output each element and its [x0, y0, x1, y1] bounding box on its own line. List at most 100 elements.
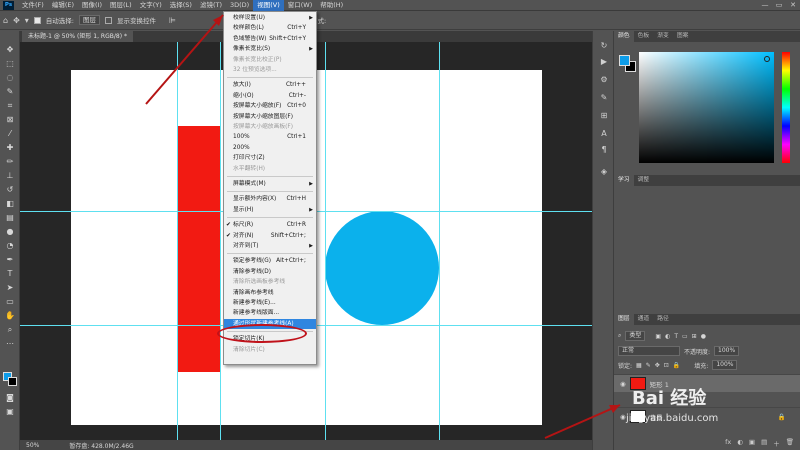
filter-adjust-icon[interactable]: ◐: [665, 333, 670, 340]
filter-toggle-icon[interactable]: ●: [701, 333, 706, 340]
layer-action-icon[interactable]: ▣: [749, 438, 755, 450]
view-menu-item[interactable]: 水平翻转(H): [224, 164, 316, 174]
view-menu-item[interactable]: 200%: [224, 143, 316, 153]
move-tool-icon[interactable]: ✥: [5, 45, 15, 55]
panel-tab[interactable]: 色板: [634, 31, 654, 42]
view-menu-item[interactable]: 像素长宽比(S) ▶: [224, 44, 316, 54]
view-menu-item[interactable]: 新建参考线(E)...: [224, 298, 316, 308]
align-left-icon[interactable]: ⊫: [169, 16, 176, 25]
background-color-swatch[interactable]: [8, 377, 17, 386]
brush-tool-icon[interactable]: ✏: [5, 157, 15, 167]
opacity-input[interactable]: 100%: [714, 346, 740, 356]
view-menu-item[interactable]: ✔ 对齐(N) Shift+Ctrl+;: [224, 231, 316, 241]
view-menu-item[interactable]: 打印尺寸(Z): [224, 153, 316, 163]
menu-item[interactable]: 滤镜(T): [196, 0, 226, 11]
menu-item[interactable]: 视图(V): [253, 0, 284, 11]
move-tool-icon[interactable]: ✥: [13, 16, 20, 25]
panel-tab[interactable]: 图层: [614, 314, 634, 325]
menu-item[interactable]: 3D(D): [226, 0, 253, 11]
menu-item[interactable]: 图像(I): [78, 0, 106, 11]
layer-action-icon[interactable]: fx: [725, 438, 731, 450]
transform-controls-checkbox[interactable]: [105, 16, 112, 24]
panel-tab[interactable]: 调整: [634, 175, 654, 186]
hue-slider[interactable]: [782, 52, 790, 163]
view-menu-item[interactable]: 色域警告(W) Shift+Ctrl+Y: [224, 34, 316, 44]
layer-action-icon[interactable]: ＋: [773, 438, 780, 450]
view-menu-item[interactable]: 清除画布参考线: [224, 288, 316, 298]
view-menu-item[interactable]: 100% Ctrl+1: [224, 132, 316, 142]
auto-select-checkbox[interactable]: [33, 16, 41, 24]
character-icon[interactable]: A: [599, 129, 609, 139]
view-menu-item[interactable]: 锁定参考线(G) Alt+Ctrl+;: [224, 256, 316, 266]
blur-tool-icon[interactable]: ●: [5, 227, 15, 237]
view-menu-item[interactable]: 放大(I) Ctrl++: [224, 80, 316, 90]
zoom-tool-icon[interactable]: ⌕: [5, 325, 15, 335]
gradient-tool-icon[interactable]: ▤: [5, 213, 15, 223]
lock-position-icon[interactable]: ✥: [655, 362, 660, 369]
maximize-icon[interactable]: ▭: [772, 0, 786, 11]
quick-mask-icon[interactable]: ◙: [5, 393, 15, 403]
blue-circle-shape[interactable]: [325, 211, 439, 325]
brush-settings-icon[interactable]: ✎: [599, 93, 609, 103]
view-menu-item[interactable]: 对齐到(T) ▶: [224, 241, 316, 251]
visibility-eye-icon[interactable]: ◉: [620, 413, 626, 421]
quick-select-tool-icon[interactable]: ✎: [5, 87, 15, 97]
view-menu-item[interactable]: 缩小(O) Ctrl+-: [224, 91, 316, 101]
layer-kind-filter[interactable]: 类型: [625, 331, 646, 341]
layer-action-icon[interactable]: ▤: [761, 438, 767, 450]
menu-item[interactable]: 文字(Y): [136, 0, 166, 11]
fill-input[interactable]: 100%: [712, 360, 738, 370]
view-menu-item[interactable]: 清除切片(C): [224, 345, 316, 355]
stamp-tool-icon[interactable]: ⊥: [5, 171, 15, 181]
filter-pixel-icon[interactable]: ▣: [655, 333, 661, 340]
dropdown-icon[interactable]: ▾: [25, 16, 29, 25]
color-picker-field[interactable]: [639, 52, 774, 163]
view-menu-item[interactable]: ✔ 标尺(R) Ctrl+R: [224, 220, 316, 230]
filter-type-icon[interactable]: T: [674, 333, 678, 340]
menu-item[interactable]: 图层(L): [106, 0, 136, 11]
paragraph-icon[interactable]: ¶: [599, 145, 609, 155]
panel-foreground-swatch[interactable]: [619, 55, 630, 66]
view-menu-item[interactable]: 清除所选画板参考线: [224, 277, 316, 287]
red-rectangle-shape[interactable]: [177, 126, 220, 372]
view-menu-item[interactable]: 按屏幕大小缩放(F) Ctrl+0: [224, 101, 316, 111]
frame-tool-icon[interactable]: ⊠: [5, 115, 15, 125]
layer-action-icon[interactable]: ◐: [737, 438, 743, 450]
history-brush-tool-icon[interactable]: ↺: [5, 185, 15, 195]
view-menu-item[interactable]: 显示(H) ▶: [224, 205, 316, 215]
history-icon[interactable]: ↻: [599, 41, 609, 51]
eraser-tool-icon[interactable]: ◧: [5, 199, 15, 209]
menu-item[interactable]: 帮助(H): [316, 0, 347, 11]
screen-mode-icon[interactable]: ▣: [5, 407, 15, 417]
lock-all-icon[interactable]: 🔒: [673, 362, 680, 369]
path-select-tool-icon[interactable]: ➤: [5, 283, 15, 293]
view-menu-item[interactable]: 像素长宽比校正(P): [224, 55, 316, 65]
panel-tab[interactable]: 颜色: [614, 31, 634, 42]
minimize-icon[interactable]: —: [758, 0, 772, 11]
guide-vertical[interactable]: [220, 42, 221, 440]
filter-smart-icon[interactable]: ⊞: [692, 333, 697, 340]
hand-tool-icon[interactable]: ✋: [5, 311, 15, 321]
filter-shape-icon[interactable]: ▭: [682, 333, 688, 340]
menu-item[interactable]: 文件(F): [18, 0, 48, 11]
lock-paint-icon[interactable]: ✎: [646, 362, 651, 369]
view-menu-item[interactable]: 按屏幕大小缩放画板(F): [224, 122, 316, 132]
close-icon[interactable]: ✕: [786, 0, 800, 11]
guide-vertical[interactable]: [177, 42, 178, 440]
type-tool-icon[interactable]: T: [5, 269, 15, 279]
guide-vertical[interactable]: [325, 42, 326, 440]
crop-tool-icon[interactable]: ⌗: [5, 101, 15, 111]
zoom-level[interactable]: 50%: [26, 442, 39, 449]
visibility-eye-icon[interactable]: ◉: [620, 380, 626, 388]
eyedropper-tool-icon[interactable]: ⁄: [5, 129, 15, 139]
view-menu-item[interactable]: 校样颜色(L) Ctrl+Y: [224, 23, 316, 33]
menu-item[interactable]: 选择(S): [166, 0, 196, 11]
view-menu-item[interactable]: 清除参考线(D): [224, 267, 316, 277]
color-picker-cursor[interactable]: [764, 56, 770, 62]
blend-mode-select[interactable]: 正常: [618, 346, 680, 356]
menu-item[interactable]: 窗口(W): [284, 0, 317, 11]
view-menu-item[interactable]: 屏幕模式(M) ▶: [224, 179, 316, 189]
adjust-icon[interactable]: ⚙: [599, 75, 609, 85]
panel-tab[interactable]: 路径: [653, 314, 673, 325]
auto-select-dropdown[interactable]: 图层: [79, 15, 100, 25]
